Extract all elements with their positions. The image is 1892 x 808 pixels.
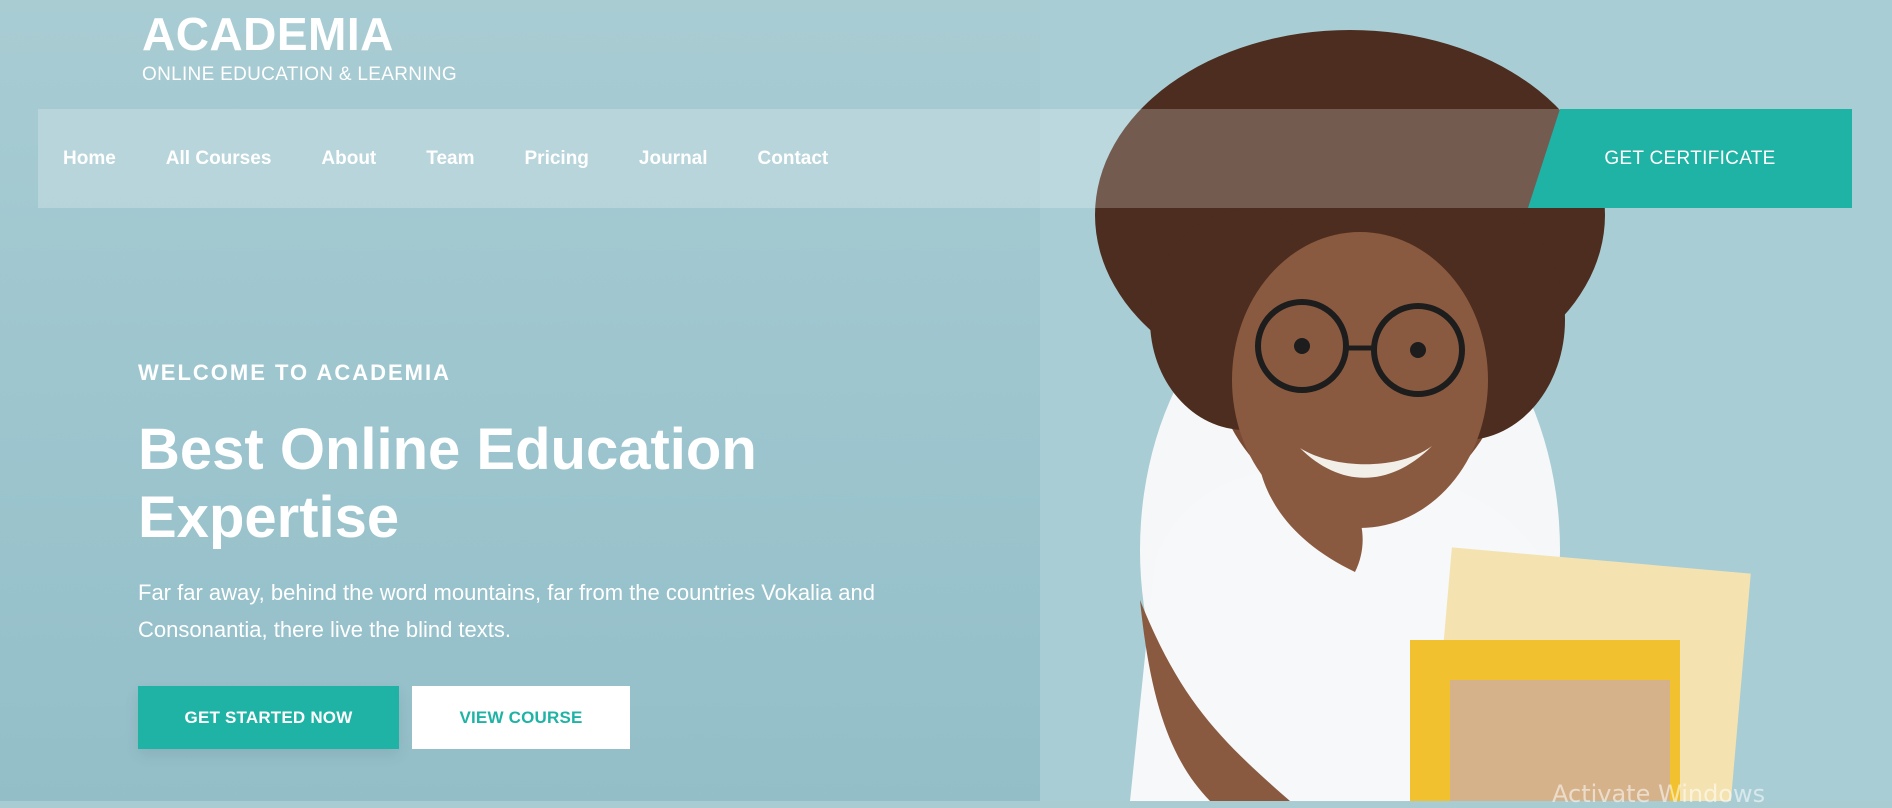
get-certificate-button[interactable]: GET CERTIFICATE [1528, 109, 1852, 208]
view-course-button[interactable]: VIEW COURSE [412, 686, 630, 749]
brand[interactable]: ACADEMIA ONLINE EDUCATION & LEARNING [142, 6, 457, 86]
nav-item-pricing[interactable]: Pricing [500, 148, 614, 170]
nav-item-contact[interactable]: Contact [733, 148, 854, 170]
get-started-button[interactable]: GET STARTED NOW [138, 686, 399, 749]
hero-content: WELCOME TO ACADEMIA Best Online Educatio… [138, 360, 938, 648]
hero-kicker: WELCOME TO ACADEMIA [138, 360, 451, 385]
nav-item-journal[interactable]: Journal [614, 148, 733, 170]
activate-windows-watermark: Activate Windows [1552, 780, 1766, 808]
nav-item-team[interactable]: Team [401, 148, 499, 170]
nav-item-home[interactable]: Home [38, 148, 141, 170]
brand-tagline: ONLINE EDUCATION & LEARNING [142, 64, 457, 85]
main-navbar: Home All Courses About Team Pricing Jour… [38, 109, 1878, 208]
nav-links: Home All Courses About Team Pricing Jour… [38, 109, 853, 208]
nav-item-about[interactable]: About [296, 148, 401, 170]
brand-name[interactable]: ACADEMIA [142, 6, 457, 62]
hero-description: Far far away, behind the word mountains,… [138, 580, 875, 642]
nav-item-all-courses[interactable]: All Courses [141, 148, 297, 170]
hero-headline: Best Online Education Expertise [138, 417, 757, 550]
